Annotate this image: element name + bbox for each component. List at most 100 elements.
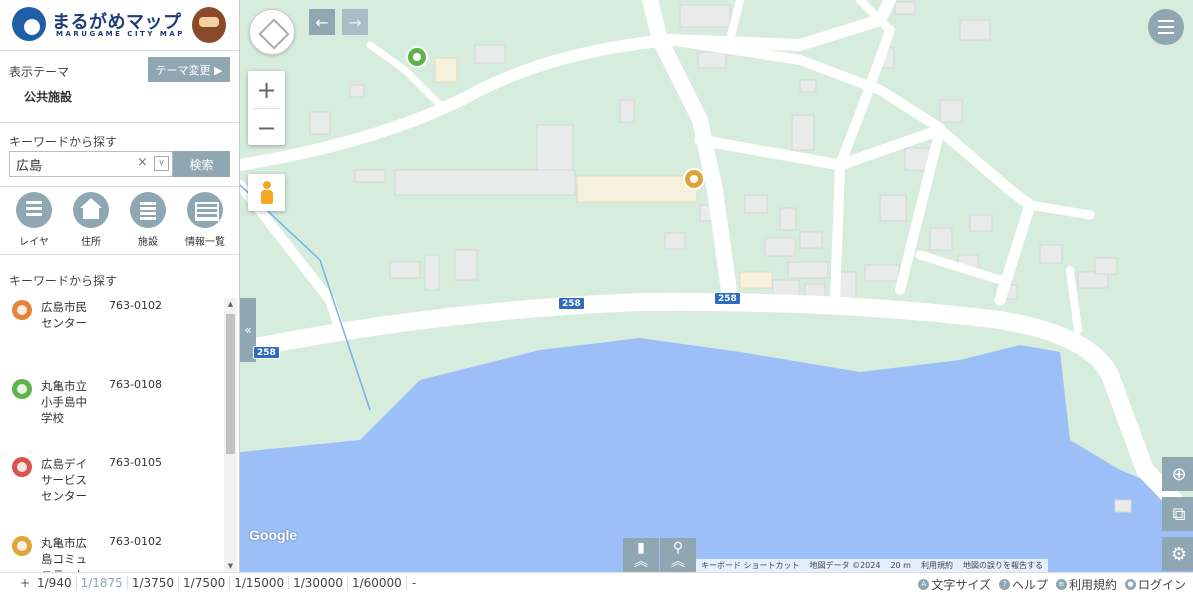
terms-label: 利用規約 (1068, 578, 1117, 592)
scale-option-active[interactable]: 1/1875 (77, 576, 128, 590)
result-name[interactable]: 広島市民センター (41, 299, 97, 331)
login-link[interactable]: ● ログイン (1124, 576, 1186, 593)
nav-label: 住所 (81, 237, 101, 248)
search-button[interactable]: 検索 (173, 151, 230, 177)
community-center-icon (12, 300, 32, 320)
scale-indicator[interactable]: 20 m (890, 561, 911, 570)
result-zip: 763-0102 (109, 299, 162, 312)
result-name[interactable]: 丸亀市立小手島中学校 (41, 378, 97, 426)
site-logo[interactable]: まるがめマップ MARUGAME CITY MAP (10, 5, 230, 45)
results-scrollbar[interactable]: ▲ ▼ (224, 298, 237, 572)
back-button[interactable]: ← (309, 9, 335, 35)
scale-minus-button[interactable]: - (407, 576, 421, 590)
scroll-down-icon[interactable]: ▼ (224, 562, 237, 570)
settings-button[interactable]: ⚙ (1162, 537, 1193, 571)
ruler-icon: ▮ (637, 540, 645, 556)
scale-list: 1/940 1/1875 1/3750 1/7500 1/15000 1/300… (33, 576, 421, 590)
sidebar: まるがめマップ MARUGAME CITY MAP 表示テーマ テーマ変更 ▶ … (0, 0, 240, 572)
results-label: キーワードから探す (9, 274, 118, 288)
nav-label: レイヤ (19, 237, 49, 248)
compass-rotate-control[interactable] (249, 9, 295, 55)
route-badge: 258 (253, 346, 280, 359)
zoom-in-button[interactable]: + (248, 71, 285, 108)
help-icon: ? (998, 579, 1010, 590)
street-view-pegman-icon[interactable] (248, 174, 285, 211)
footer-links: A 文字サイズ ? ヘルプ ≡ 利用規約 ● ログイン (918, 576, 1186, 593)
school-icon (12, 379, 32, 399)
nav-item-info-list[interactable]: 情報一覧 (177, 192, 233, 248)
report-error-link[interactable]: 地図の誤りを報告する (963, 560, 1043, 571)
scale-option[interactable]: 1/3750 (128, 576, 180, 590)
home-icon (73, 192, 109, 228)
help-label: ヘルプ (1011, 578, 1048, 592)
building-icon (130, 192, 166, 228)
community-marker-icon[interactable] (683, 168, 705, 190)
result-zip: 763-0108 (109, 378, 162, 391)
community-icon (12, 536, 32, 556)
result-zip: 763-0105 (109, 456, 162, 469)
scroll-thumb[interactable] (226, 314, 235, 454)
map-attribution: キーボード ショートカット 地図データ ©2024 20 m 利用規約 地図の誤… (696, 559, 1048, 572)
zoom-out-button[interactable]: − (248, 109, 285, 146)
google-logo: Google (249, 527, 298, 543)
map-graphic (240, 0, 1193, 572)
expand-up-icon: ︽ (671, 554, 685, 570)
results-list: 広島市民センター 763-0102 丸亀市立小手島中学校 763-0108 広島… (0, 296, 224, 572)
scroll-up-icon[interactable]: ▲ (224, 300, 237, 308)
divider (0, 50, 239, 51)
result-name[interactable]: 丸亀市広島コミュニティセ (41, 535, 97, 572)
layers-icon (16, 192, 52, 228)
theme-change-button[interactable]: テーマ変更 ▶ (148, 57, 230, 82)
hamburger-menu-icon[interactable] (1148, 9, 1184, 45)
route-badge: 258 (558, 297, 585, 310)
pin-icon: ⚲ (672, 540, 684, 556)
marker-tool-button[interactable]: ⚲ ︽ (660, 538, 696, 572)
help-link[interactable]: ? ヘルプ (998, 576, 1048, 593)
font-size-label: 文字サイズ (931, 578, 991, 592)
layers-switch-button[interactable]: ⧉ (1162, 497, 1193, 531)
forward-button[interactable]: → (342, 9, 368, 35)
nav-item-layers[interactable]: レイヤ (6, 192, 62, 248)
keyboard-shortcuts-link[interactable]: キーボード ショートカット (701, 560, 800, 571)
divider (0, 186, 239, 187)
measure-tool-button[interactable]: ▮ ︽ (623, 538, 659, 572)
scale-option[interactable]: 1/30000 (289, 576, 348, 590)
school-marker-icon[interactable] (406, 46, 428, 68)
font-size-link[interactable]: A 文字サイズ (918, 576, 991, 593)
map-canvas[interactable]: « ← → + − 258 258 258 2 ⊕ ⧉ ⚙ Google ▮ ︽… (240, 0, 1193, 572)
theme-value: 公共施設 (24, 90, 73, 104)
current-location-button[interactable]: ⊕ (1162, 457, 1193, 491)
info-list-icon (187, 192, 223, 228)
dropdown-icon[interactable]: ∨ (154, 156, 169, 171)
route-badge: 258 (714, 292, 741, 305)
city-emblem-icon (12, 7, 46, 41)
result-name[interactable]: 広島デイサービスセンター (41, 456, 97, 504)
nav-label: 情報一覧 (185, 237, 225, 248)
divider (0, 122, 239, 123)
scale-plus-button[interactable]: + (20, 576, 30, 590)
map-data-credit: 地図データ ©2024 (809, 561, 881, 570)
scale-option[interactable]: 1/7500 (179, 576, 231, 590)
login-icon: ● (1124, 579, 1136, 590)
terms-of-use-link[interactable]: ≡ 利用規約 (1055, 576, 1117, 593)
scale-option[interactable]: 1/60000 (348, 576, 407, 590)
terms-link[interactable]: 利用規約 (921, 560, 953, 571)
keyword-search-input[interactable] (9, 151, 173, 177)
nav-label: 施設 (138, 237, 158, 248)
logo-subtitle: MARUGAME CITY MAP (56, 30, 185, 38)
login-label: ログイン (1137, 578, 1186, 592)
welfare-icon (12, 457, 32, 477)
keyword-search-label: キーワードから探す (9, 135, 118, 149)
mascot-icon (192, 7, 226, 43)
theme-label: 表示テーマ (9, 65, 70, 79)
result-zip: 763-0102 (109, 535, 162, 548)
zoom-control: + − (248, 71, 285, 145)
divider (0, 254, 239, 255)
scale-option[interactable]: 1/940 (33, 576, 77, 590)
nav-item-facility[interactable]: 施設 (120, 192, 176, 248)
nav-item-address[interactable]: 住所 (63, 192, 119, 248)
scale-bar: + 1/940 1/1875 1/3750 1/7500 1/15000 1/3… (0, 572, 1193, 594)
clear-icon[interactable]: × (137, 155, 148, 170)
terms-icon: ≡ (1055, 579, 1067, 590)
scale-option[interactable]: 1/15000 (230, 576, 290, 590)
